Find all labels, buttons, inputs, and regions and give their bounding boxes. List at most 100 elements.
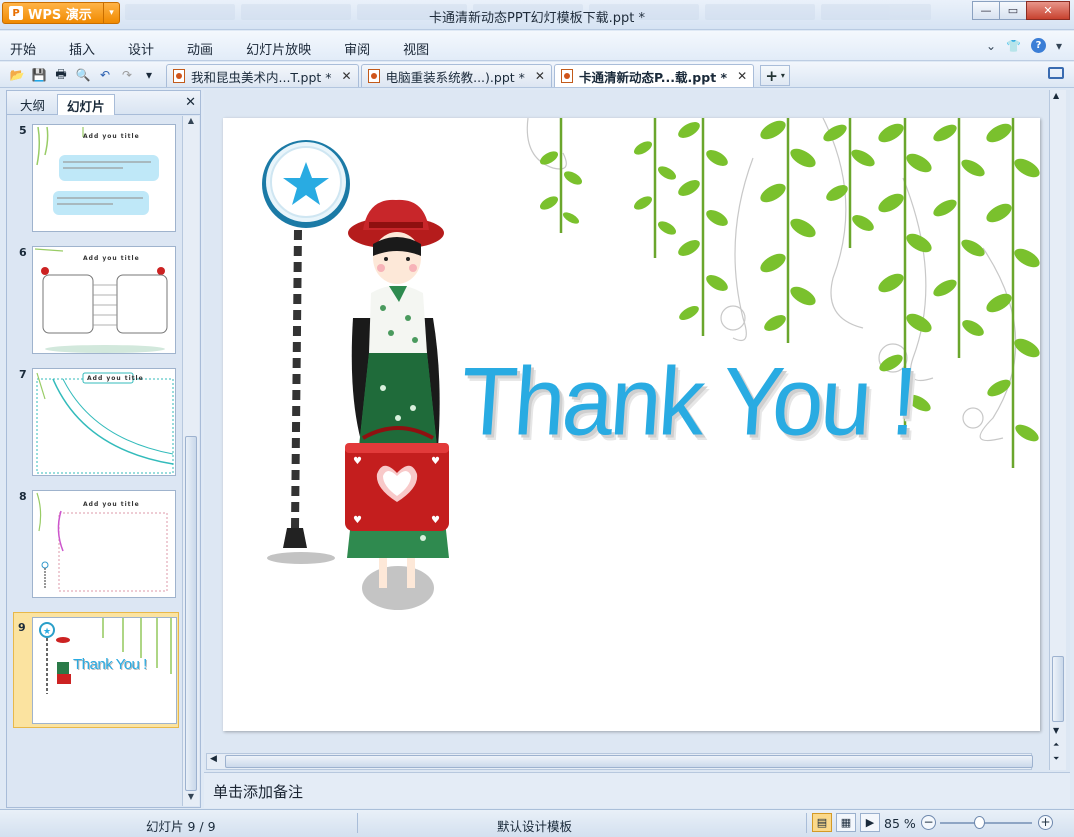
menu-home[interactable]: 开始 [10, 39, 36, 58]
flowchart-decoration-icon [34, 248, 168, 353]
design-template-label[interactable]: 默认设计模板 [497, 816, 572, 835]
svg-text:♥: ♥ [431, 515, 440, 526]
slide-preview: ★ Thank You ! [32, 617, 177, 724]
panel-layout-icon[interactable] [1048, 67, 1064, 79]
minimize-button[interactable]: — [972, 1, 1000, 20]
slide-title: Add you title [87, 375, 144, 382]
zoom-slider-handle[interactable] [974, 816, 985, 829]
slide-canvas[interactable]: ♥ ♥ ♥ ♥ Thank You ! [223, 118, 1040, 731]
star-sign-icon [262, 140, 350, 228]
menu-view[interactable]: 视图 [403, 39, 429, 58]
svg-text:♥: ♥ [431, 456, 440, 467]
slideshow-view-icon[interactable]: ▶ [860, 813, 880, 832]
ppt-file-icon [560, 69, 573, 83]
slides-panel: 大纲 幻灯片 ✕ 5 Add you title 6 Add you title… [6, 90, 201, 808]
help-icon[interactable]: ? [1030, 38, 1046, 53]
curve-decoration-icon [36, 372, 174, 474]
slide-vertical-scrollbar[interactable]: ▲ ▼ ⏶ ⏷ [1049, 90, 1066, 770]
notes-placeholder[interactable]: 单击添加备注 [213, 781, 303, 802]
slide-thumbnail-5[interactable]: 5 Add you title [7, 116, 183, 232]
zoom-slider[interactable] [940, 822, 1032, 824]
maximize-button[interactable]: ▭ [999, 1, 1027, 20]
new-tab-button[interactable]: + ▾ [760, 65, 791, 86]
slide-thumbnail-8[interactable]: 8 Add you title [7, 482, 183, 598]
scroll-up-icon[interactable]: ▲ [1053, 91, 1059, 100]
scroll-up-icon[interactable]: ▲ [183, 116, 199, 130]
slide-title: Add you title [83, 501, 140, 508]
slide-horizontal-scrollbar[interactable]: ◀ [206, 753, 1033, 770]
doc-tab-label: 电脑重装系统教...).ppt * [385, 69, 525, 85]
menu-design[interactable]: 设计 [128, 39, 154, 58]
slide-number: 6 [19, 246, 27, 259]
toolbar-customize-icon[interactable]: ▾ [140, 66, 158, 84]
help-dropdown-icon[interactable]: ▾ [1056, 39, 1062, 53]
print-preview-icon[interactable]: 🔍 [74, 66, 92, 84]
notes-pane[interactable]: 单击添加备注 [204, 772, 1070, 808]
zoom-in-button[interactable]: + [1038, 815, 1053, 830]
close-tab-icon[interactable]: ✕ [737, 69, 747, 83]
normal-view-icon[interactable]: ▤ [812, 813, 832, 832]
tab-slides[interactable]: 幻灯片 [57, 94, 115, 115]
slide-sorter-view-icon[interactable]: ▦ [836, 813, 856, 832]
menu-slideshow[interactable]: 幻灯片放映 [246, 39, 311, 58]
previous-slide-icon[interactable]: ⏶ [1053, 740, 1059, 750]
close-tab-icon[interactable]: ✕ [535, 69, 545, 83]
svg-text:♥: ♥ [353, 515, 362, 526]
slide-title: Thank You ! [73, 656, 147, 673]
open-folder-icon[interactable]: 📂 [8, 66, 26, 84]
slide-preview: Add you title [32, 368, 176, 476]
print-icon[interactable]: 🖶 [52, 66, 70, 84]
status-bar: 幻灯片 9 / 9 默认设计模板 ▤ ▦ ▶ 85 % − + [0, 809, 1074, 837]
slide-editor: ♥ ♥ ♥ ♥ Thank You ! ◀ ▲ ▼ ⏶ ⏷ 单击添加备注 [204, 90, 1070, 808]
menu-animation[interactable]: 动画 [187, 39, 213, 58]
slide-title: Add you title [83, 133, 140, 140]
quick-access-toolbar: 📂 💾 🖶 🔍 ↶ ↷ ▾ 我和昆虫美术内...T.ppt * ✕ 电脑重装系统… [0, 62, 1074, 88]
slide-preview: Add you title [32, 124, 176, 232]
slides-panel-scrollbar[interactable]: ▲ ▼ [182, 116, 199, 806]
scroll-left-icon[interactable]: ◀ [210, 754, 217, 764]
slide-title: Add you title [83, 255, 140, 262]
menu-review[interactable]: 审阅 [344, 39, 370, 58]
save-icon[interactable]: 💾 [30, 66, 48, 84]
scroll-down-icon[interactable]: ▼ [183, 792, 199, 806]
doc-tab-label: 卡通清新动态P...载.ppt * [578, 69, 728, 85]
doc-tab-label: 我和昆虫美术内...T.ppt * [191, 69, 332, 85]
slide-number: 9 [18, 621, 26, 634]
slide-thumbnail-9-selected[interactable]: 9 ★ Thank You ! [13, 612, 179, 728]
slide-thumbnail-6[interactable]: 6 Add you title [7, 238, 183, 354]
close-tab-icon[interactable]: ✕ [342, 69, 352, 83]
svg-text:★: ★ [43, 627, 51, 637]
title-bar: P WPS 演示 ▾ 卡通清新动态PPT幻灯模板下载.ppt * — ▭ ✕ [0, 0, 1074, 30]
scroll-down-icon[interactable]: ▼ [1053, 726, 1059, 735]
doc-tab-2[interactable]: 电脑重装系统教...).ppt * ✕ [360, 64, 552, 87]
slide-number: 7 [19, 368, 27, 381]
slide-number: 8 [19, 490, 27, 503]
redo-icon[interactable]: ↷ [118, 66, 136, 84]
window-controls: — ▭ ✕ [972, 1, 1070, 20]
zoom-out-button[interactable]: − [921, 815, 936, 830]
next-slide-icon[interactable]: ⏷ [1053, 754, 1059, 764]
tab-outline[interactable]: 大纲 [11, 94, 54, 115]
svg-text:♥: ♥ [353, 456, 362, 467]
menu-bar: 开始 插入 设计 动画 幻灯片放映 审阅 视图 ⌄ 👕 ? ▾ [0, 31, 1074, 61]
window-title: 卡通清新动态PPT幻灯模板下载.ppt * [429, 11, 645, 26]
ppt-file-icon [367, 69, 380, 83]
slide-number: 5 [19, 124, 27, 137]
slide-counter: 幻灯片 9 / 9 [146, 819, 216, 834]
vine-decoration-icon [36, 126, 159, 215]
slide-preview: Add you title [32, 490, 176, 598]
undo-icon[interactable]: ↶ [96, 66, 114, 84]
doc-tab-3-active[interactable]: 卡通清新动态P...载.ppt * ✕ [553, 64, 755, 87]
zoom-level[interactable]: 85 % [884, 816, 916, 831]
thank-you-heading[interactable]: Thank You ! [457, 347, 917, 457]
slide-thumbnail-7[interactable]: 7 Add you title [7, 360, 183, 476]
menu-insert[interactable]: 插入 [69, 39, 95, 58]
scrollbar-thumb[interactable] [185, 436, 197, 791]
ribbon-collapse-icon[interactable]: ⌄ [986, 39, 996, 53]
skin-shirt-icon[interactable]: 👕 [1006, 39, 1021, 53]
close-panel-icon[interactable]: ✕ [185, 95, 196, 110]
scrollbar-thumb[interactable] [225, 755, 1033, 768]
close-button[interactable]: ✕ [1026, 1, 1070, 20]
doc-tab-1[interactable]: 我和昆虫美术内...T.ppt * ✕ [166, 64, 359, 87]
scrollbar-thumb[interactable] [1052, 656, 1064, 722]
